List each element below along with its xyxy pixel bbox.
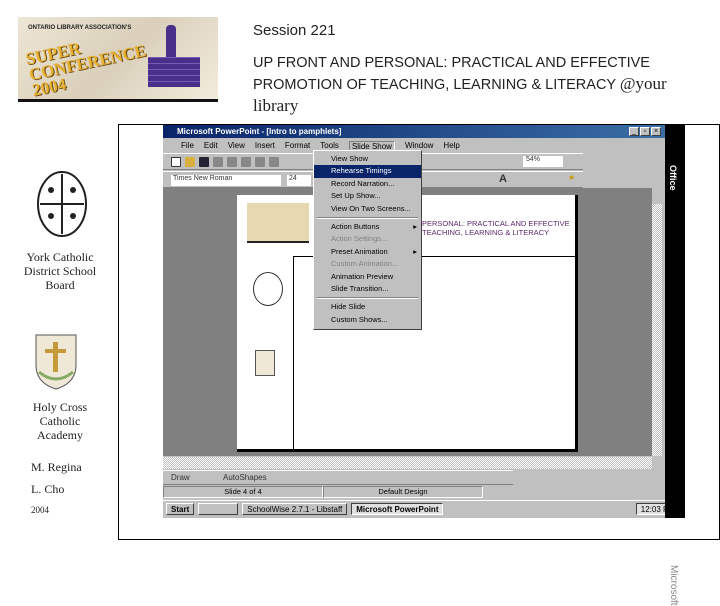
menu-item-slide-transition[interactable]: Slide Transition... <box>314 283 421 295</box>
hero-figure <box>166 25 176 57</box>
quick-launch[interactable] <box>198 503 239 515</box>
menu-view[interactable]: View <box>228 141 245 152</box>
draw-menu-button[interactable]: Draw <box>171 473 190 482</box>
board-name: York Catholic District School Board <box>23 250 97 292</box>
slide-title: PERSONAL: PRACTICAL AND EFFECTIVE TEACHIN… <box>422 219 570 237</box>
taskbar-schoolwise[interactable]: SchoolWise 2.7.1 - Libstaff <box>242 503 348 515</box>
title-bar: Microsoft PowerPoint - [Intro to pamphle… <box>163 125 665 138</box>
horizontal-scrollbar[interactable] <box>163 457 652 469</box>
open-icon[interactable] <box>185 157 195 167</box>
office-shortcut-bar: Office Microsoft <box>665 125 685 606</box>
menu-item-custom-shows[interactable]: Custom Shows... <box>314 314 421 326</box>
menu-help[interactable]: Help <box>443 141 459 152</box>
author-2: L. Cho <box>31 482 65 496</box>
slide-show-menu: View Show Rehearse Timings Record Narratio… <box>313 150 422 330</box>
school-name: Holy Cross Catholic Academy <box>32 400 88 442</box>
status-slide-count: Slide 4 of 4 <box>163 486 323 498</box>
menu-item-view-on-two-screens[interactable]: View On Two Screens... <box>314 203 421 215</box>
page-title: UP FRONT AND PERSONAL: PRACTICAL AND EFF… <box>253 55 667 115</box>
new-icon[interactable] <box>171 157 181 167</box>
maximize-button[interactable]: ▫ <box>640 127 650 136</box>
copy-icon[interactable] <box>255 157 265 167</box>
menu-edit[interactable]: Edit <box>204 141 218 152</box>
menu-item-record-narration[interactable]: Record Narration... <box>314 178 421 190</box>
menu-item-set-up-show[interactable]: Set Up Show... <box>314 190 421 202</box>
close-button[interactable]: × <box>651 127 661 136</box>
brick-wall <box>148 57 200 87</box>
taskbar-powerpoint[interactable]: Microsoft PowerPoint <box>351 503 444 515</box>
slide-crest <box>255 350 275 376</box>
menu-insert[interactable]: Insert <box>255 141 275 152</box>
york-catholic-logo <box>37 171 87 237</box>
print-icon[interactable] <box>213 157 223 167</box>
animation-effects-icon[interactable]: ★ <box>568 173 575 182</box>
submenu-arrow-icon: ▸ <box>413 246 417 256</box>
start-button[interactable]: Start <box>166 503 195 515</box>
increase-font-icon[interactable]: A <box>499 173 507 185</box>
menu-format[interactable]: Format <box>285 141 310 152</box>
menu-file[interactable]: File <box>181 141 194 152</box>
super-conference-logo: ONTARIO LIBRARY ASSOCIATION'S SUPER CONF… <box>18 17 218 102</box>
status-design: Default Design <box>323 486 483 498</box>
author-1: M. Regina <box>31 460 82 474</box>
save-icon[interactable] <box>199 157 209 167</box>
cut-icon[interactable] <box>241 157 251 167</box>
font-name-select[interactable]: Times New Roman <box>171 175 281 186</box>
font-size-select[interactable]: 24 <box>287 175 311 186</box>
session-label: Session 221 <box>253 22 336 39</box>
menu-item-rehearse-timings[interactable]: Rehearse Timings <box>314 165 421 178</box>
menu-item-hide-slide[interactable]: Hide Slide <box>314 301 421 313</box>
status-bar: Slide 4 of 4 Default Design <box>163 486 665 498</box>
year: 2004 <box>31 505 49 515</box>
spelling-icon[interactable] <box>227 157 237 167</box>
taskbar: Start SchoolWise 2.7.1 - Libstaff Micros… <box>163 500 683 517</box>
menu-item-action-settings[interactable]: Action Settings... <box>314 233 421 245</box>
menu-separator <box>317 297 418 300</box>
menu-item-animation-preview[interactable]: Animation Preview <box>314 271 421 283</box>
holy-cross-crest <box>35 334 77 390</box>
slide-york-logo <box>253 272 283 306</box>
paste-icon[interactable] <box>269 157 279 167</box>
submenu-arrow-icon: ▸ <box>413 221 417 231</box>
menu-separator <box>317 216 418 219</box>
menu-item-action-buttons[interactable]: Action Buttons ▸ <box>314 221 421 233</box>
vertical-scrollbar[interactable] <box>652 204 662 456</box>
minimize-button[interactable]: _ <box>629 127 639 136</box>
menu-item-preset-animation[interactable]: Preset Animation ▸ <box>314 246 421 258</box>
zoom-select[interactable]: 54% <box>523 156 563 167</box>
slide-conference-logo <box>247 203 309 243</box>
menu-item-view-show[interactable]: View Show <box>314 153 421 165</box>
drawing-toolbar: Draw AutoShapes <box>163 470 513 485</box>
menu-item-custom-animation[interactable]: Custom Animation... <box>314 258 421 270</box>
autoshapes-button[interactable]: AutoShapes <box>223 473 267 482</box>
